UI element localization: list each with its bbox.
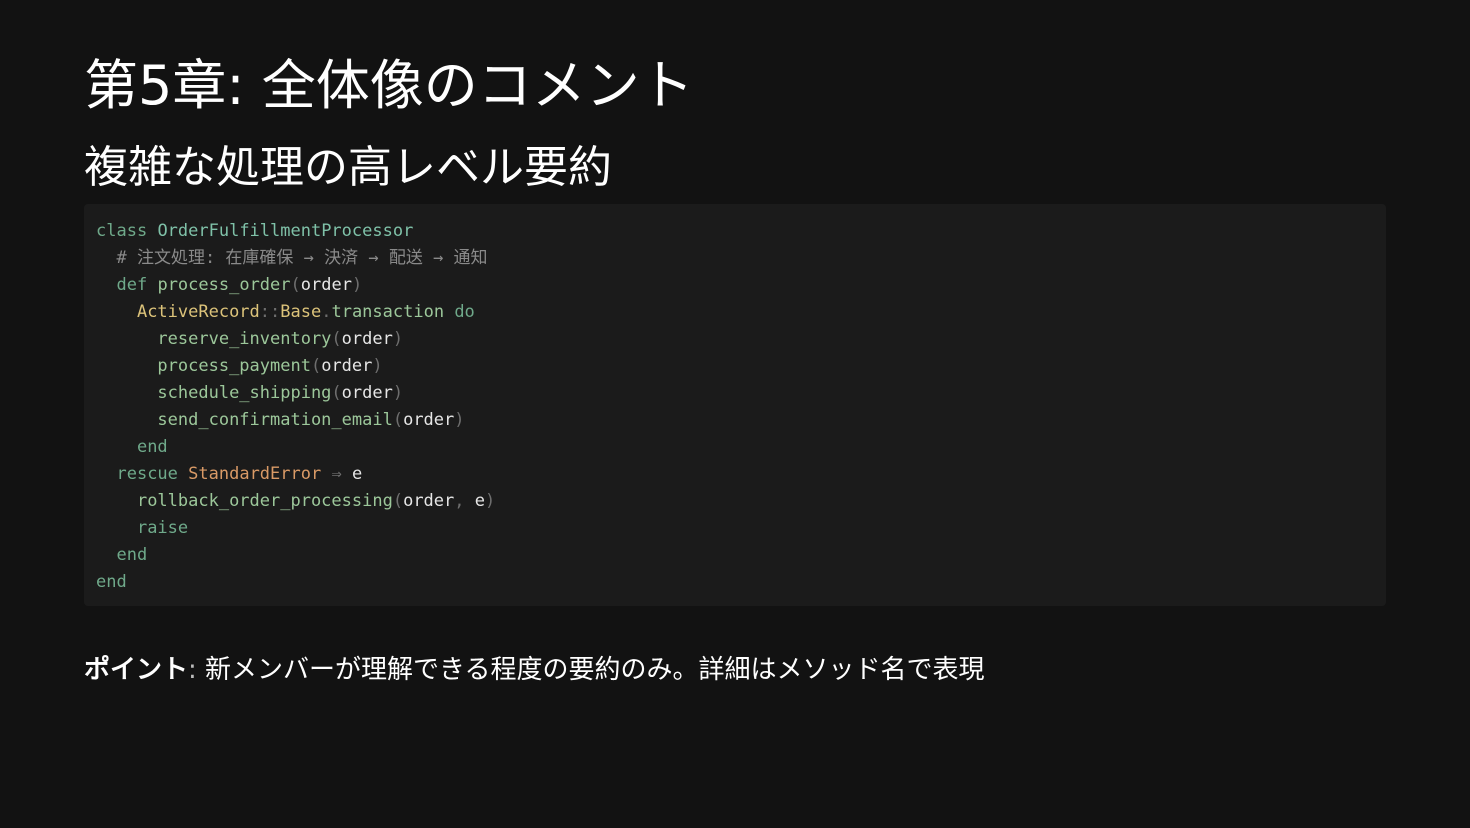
code-punctuation: ) bbox=[392, 383, 404, 403]
code-keyword: raise bbox=[136, 518, 189, 538]
code-identifier: e bbox=[351, 464, 363, 484]
code-constant: Base bbox=[280, 302, 322, 322]
code-punctuation: . bbox=[321, 302, 332, 322]
code-line: ActiveRecord::Base.transaction do bbox=[96, 299, 1374, 326]
code-keyword: do bbox=[454, 302, 475, 322]
point-label: ポイント bbox=[84, 655, 189, 685]
point-separator: : bbox=[188, 655, 206, 685]
slide: 第5章: 全体像のコメント 複雑な処理の高レベル要約 class OrderFu… bbox=[0, 0, 1470, 828]
code-punctuation: ( bbox=[331, 383, 342, 403]
code-line: process_payment(order) bbox=[96, 353, 1374, 380]
code-line: reserve_inventory(order) bbox=[96, 326, 1374, 353]
code-punctuation: ( bbox=[392, 491, 404, 511]
code-line: schedule_shipping(order) bbox=[96, 380, 1374, 407]
code-punctuation: ( bbox=[331, 329, 342, 349]
point-text: 新メンバーが理解できる程度の要約のみ。詳細はメソッド名で表現 bbox=[205, 655, 985, 685]
code-method: schedule_shipping bbox=[157, 383, 332, 403]
code-keyword: def bbox=[116, 275, 148, 295]
code-punctuation: ( bbox=[290, 275, 301, 295]
code-line: # 注文処理: 在庫確保 → 決済 → 配送 → 通知 bbox=[96, 245, 1374, 272]
code-punctuation: :: bbox=[259, 302, 281, 322]
code-keyword: end bbox=[116, 545, 148, 565]
code-line: rollback_order_processing(order, e) bbox=[96, 488, 1374, 515]
code-punctuation: ( bbox=[392, 410, 404, 430]
code-identifier: order bbox=[341, 329, 393, 349]
code-comment: # 注文処理: 在庫確保 → 決済 → 配送 → 通知 bbox=[116, 248, 488, 268]
code-method: rollback_order_processing bbox=[136, 491, 393, 511]
code-punctuation: ⇒ bbox=[331, 464, 342, 484]
code-keyword: rescue bbox=[116, 464, 178, 484]
code-identifier: order bbox=[321, 356, 373, 376]
point-note: ポイント: 新メンバーが理解できる程度の要約のみ。詳細はメソッド名で表現 bbox=[84, 650, 985, 690]
code-line: end bbox=[96, 569, 1374, 596]
code-identifier: order bbox=[403, 410, 455, 430]
code-keyword: end bbox=[136, 437, 168, 457]
code-method: process_payment bbox=[157, 356, 311, 376]
code-line: end bbox=[96, 542, 1374, 569]
slide-title: 第5章: 全体像のコメント bbox=[84, 54, 694, 117]
code-line: raise bbox=[96, 515, 1374, 542]
code-keyword: class bbox=[96, 221, 148, 241]
code-line: class OrderFulfillmentProcessor bbox=[96, 218, 1374, 245]
code-method: process_order bbox=[157, 275, 291, 295]
code-class-name: OrderFulfillmentProcessor bbox=[157, 221, 414, 241]
code-method: reserve_inventory bbox=[157, 329, 332, 349]
code-error-class: StandardError bbox=[188, 464, 322, 484]
code-line: def process_order(order) bbox=[96, 272, 1374, 299]
code-line: rescue StandardError ⇒ e bbox=[96, 461, 1374, 488]
code-punctuation: ) bbox=[351, 275, 363, 295]
code-keyword: end bbox=[96, 572, 127, 592]
code-identifier: order bbox=[300, 275, 352, 295]
code-line: send_confirmation_email(order) bbox=[96, 407, 1374, 434]
slide-subtitle: 複雑な処理の高レベル要約 bbox=[84, 142, 612, 193]
code-block: class OrderFulfillmentProcessor # 注文処理: … bbox=[84, 204, 1386, 606]
code-punctuation: ( bbox=[310, 356, 322, 376]
code-identifier: order bbox=[403, 491, 455, 511]
code-method: send_confirmation_email bbox=[157, 410, 393, 430]
code-punctuation: ) bbox=[392, 329, 404, 349]
code-method: transaction bbox=[331, 302, 445, 322]
code-punctuation: ) bbox=[454, 410, 465, 430]
code-punctuation: ) bbox=[485, 491, 496, 511]
code-identifier: e bbox=[474, 491, 486, 511]
code-line: end bbox=[96, 434, 1374, 461]
code-punctuation: , bbox=[454, 491, 465, 511]
code-punctuation: ) bbox=[372, 356, 383, 376]
code-constant: ActiveRecord bbox=[136, 302, 260, 322]
code-identifier: order bbox=[341, 383, 393, 403]
